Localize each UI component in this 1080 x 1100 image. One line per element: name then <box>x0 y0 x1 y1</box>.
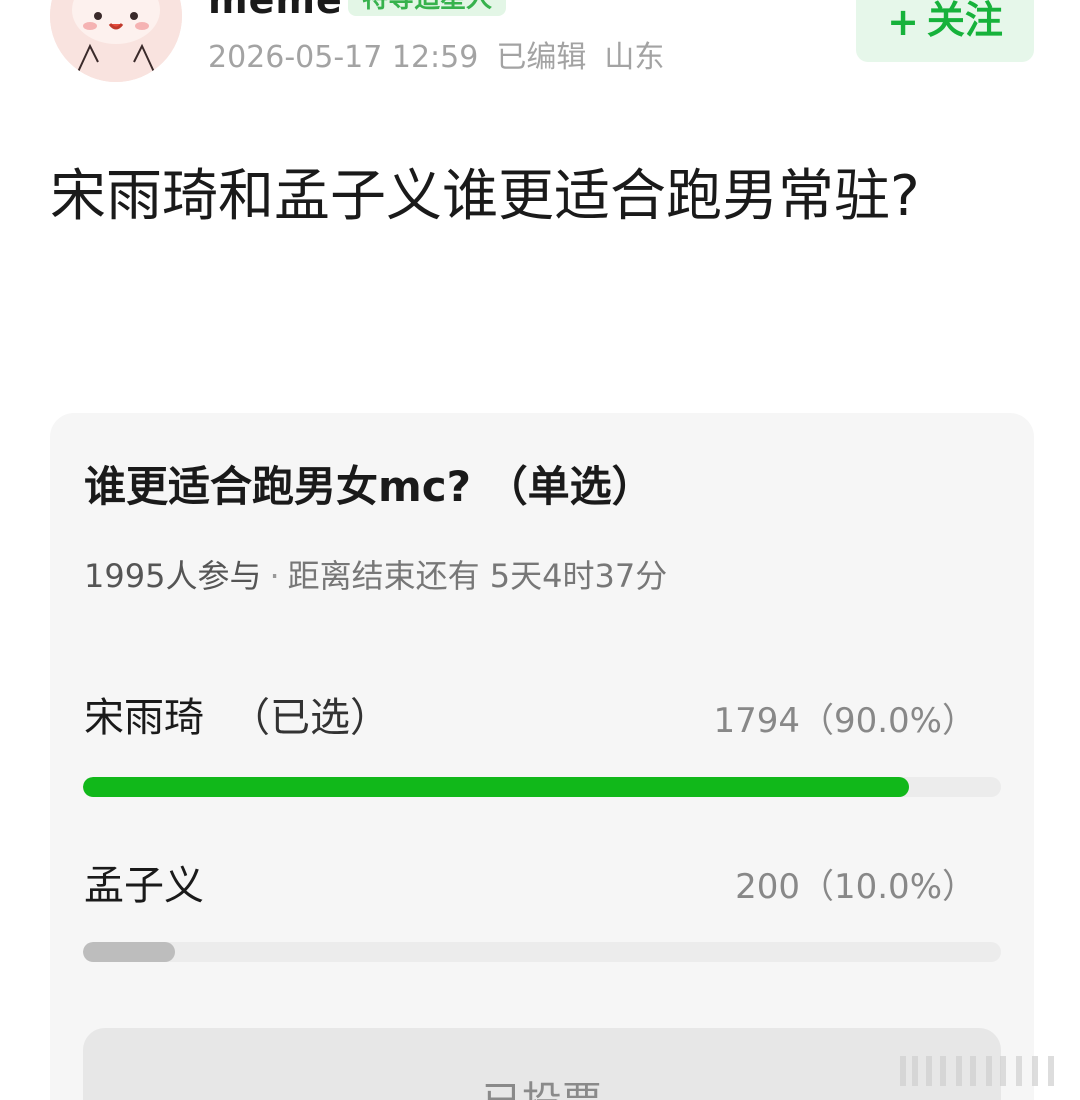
poll-option-2-track <box>83 942 1001 962</box>
post-title: 宋雨琦和孟子义谁更适合跑男常驻? <box>50 164 920 229</box>
meta-separator: · <box>269 557 280 595</box>
edited-label: 已编辑 <box>496 40 587 75</box>
follow-button[interactable]: + 关注 <box>856 0 1034 62</box>
weibo-watermark-icon <box>900 1054 1060 1088</box>
post-location: 山东 <box>604 40 665 75</box>
poll-option-2-count: 200（10.0%） <box>735 867 976 907</box>
voted-button[interactable]: 已投票 <box>83 1028 1001 1100</box>
poll-remaining-time: 距离结束还有 5天4时37分 <box>287 557 668 595</box>
selected-tag: （已选） <box>230 695 390 741</box>
poll-card: 谁更适合跑男女mc? （单选） 1995人参与 · 距离结束还有 5天4时37分 宋… <box>50 413 1034 1100</box>
poll-option-1-label[interactable]: 宋雨琦 （已选） <box>84 685 390 743</box>
poll-option-1-bar <box>83 777 910 797</box>
poll-title: 谁更适合跑男女mc? （单选） <box>84 462 654 511</box>
username[interactable]: meme <box>208 0 343 22</box>
avatar[interactable] <box>50 0 182 82</box>
poll-participants: 1995人参与 <box>84 557 262 595</box>
post-header: meme 特等追星人 2026-05-17 12:59 已编辑山东 +关注 <box>0 0 1080 110</box>
poll-meta: 1995人参与 · 距离结束还有 5天4时37分 <box>84 551 667 597</box>
option-name: 孟子义 <box>84 863 204 909</box>
poll-option-2-bar <box>83 942 175 962</box>
post-meta: 2026-05-17 12:59 已编辑 山东 <box>208 32 682 76</box>
user-badge: 特等追星人 <box>348 0 507 16</box>
poll-option-1-track <box>83 777 1001 797</box>
post-timestamp: 2026-05-17 12:59 <box>208 40 479 75</box>
option-name: 宋雨琦 <box>84 695 204 741</box>
plus-icon: + <box>887 0 919 44</box>
poll-option-2-label[interactable]: 孟子义 <box>84 853 204 911</box>
poll-option-1-count: 1794（90.0%） <box>713 701 976 741</box>
follow-label: 关注 <box>926 0 1003 42</box>
avatar-cartoon-icon <box>50 0 182 82</box>
